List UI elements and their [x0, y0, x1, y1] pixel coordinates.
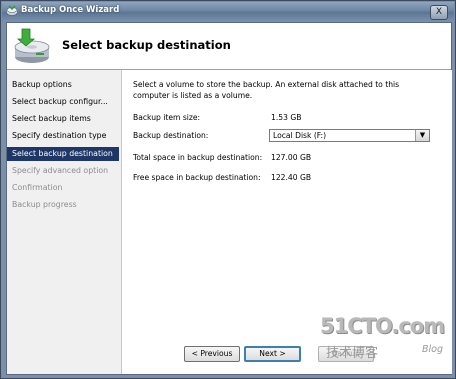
- free-space-label: Free space in backup destination:: [133, 173, 261, 182]
- title-bar[interactable]: Backup Once Wizard X: [2, 2, 454, 21]
- watermark-blog-text: Blog: [422, 344, 443, 355]
- backup-disk-icon: [14, 28, 50, 63]
- nav-step-advanced-option: Specify advanced option: [12, 166, 109, 175]
- wizard-header: Select backup destination: [7, 23, 451, 70]
- page-title: Select backup destination: [62, 38, 231, 52]
- close-button[interactable]: X: [430, 5, 448, 20]
- nav-step-destination-type[interactable]: Specify destination type: [7, 129, 119, 143]
- item-size-value: 1.53 GB: [271, 113, 302, 122]
- site-watermark: 51CTO.com 技术博客 Blog: [318, 314, 450, 374]
- description-text: Select a volume to store the backup. An …: [133, 80, 400, 100]
- nav-step-select-destination[interactable]: Select backup destination: [7, 147, 119, 161]
- next-button[interactable]: Next >: [244, 346, 301, 362]
- nav-step-confirmation: Confirmation: [12, 183, 63, 192]
- backup-app-icon: [6, 5, 18, 16]
- wizard-steps-nav: Backup options Select backup configur...…: [7, 70, 119, 374]
- chevron-down-icon[interactable]: ▼: [415, 130, 429, 141]
- destination-label: Backup destination:: [133, 131, 209, 140]
- total-space-label: Total space in backup destination:: [133, 153, 263, 162]
- window-title: Backup Once Wizard: [21, 5, 120, 15]
- nav-step-backup-progress: Backup progress: [12, 200, 77, 209]
- free-space-value: 122.40 GB: [271, 173, 312, 182]
- nav-step-select-configuration[interactable]: Select backup configur...: [7, 95, 119, 109]
- item-size-label: Backup item size:: [133, 113, 201, 122]
- total-space-value: 127.00 GB: [271, 153, 312, 162]
- watermark-sub-text: 技术博客: [326, 346, 379, 361]
- previous-button[interactable]: < Previous: [184, 346, 240, 362]
- destination-dropdown-value: Local Disk (F:): [273, 131, 327, 140]
- nav-step-backup-options[interactable]: Backup options: [7, 78, 119, 92]
- nav-step-select-items[interactable]: Select backup items: [7, 112, 119, 126]
- watermark-main-text: 51CTO.com: [320, 314, 445, 338]
- destination-dropdown[interactable]: Local Disk (F:) ▼: [269, 129, 430, 142]
